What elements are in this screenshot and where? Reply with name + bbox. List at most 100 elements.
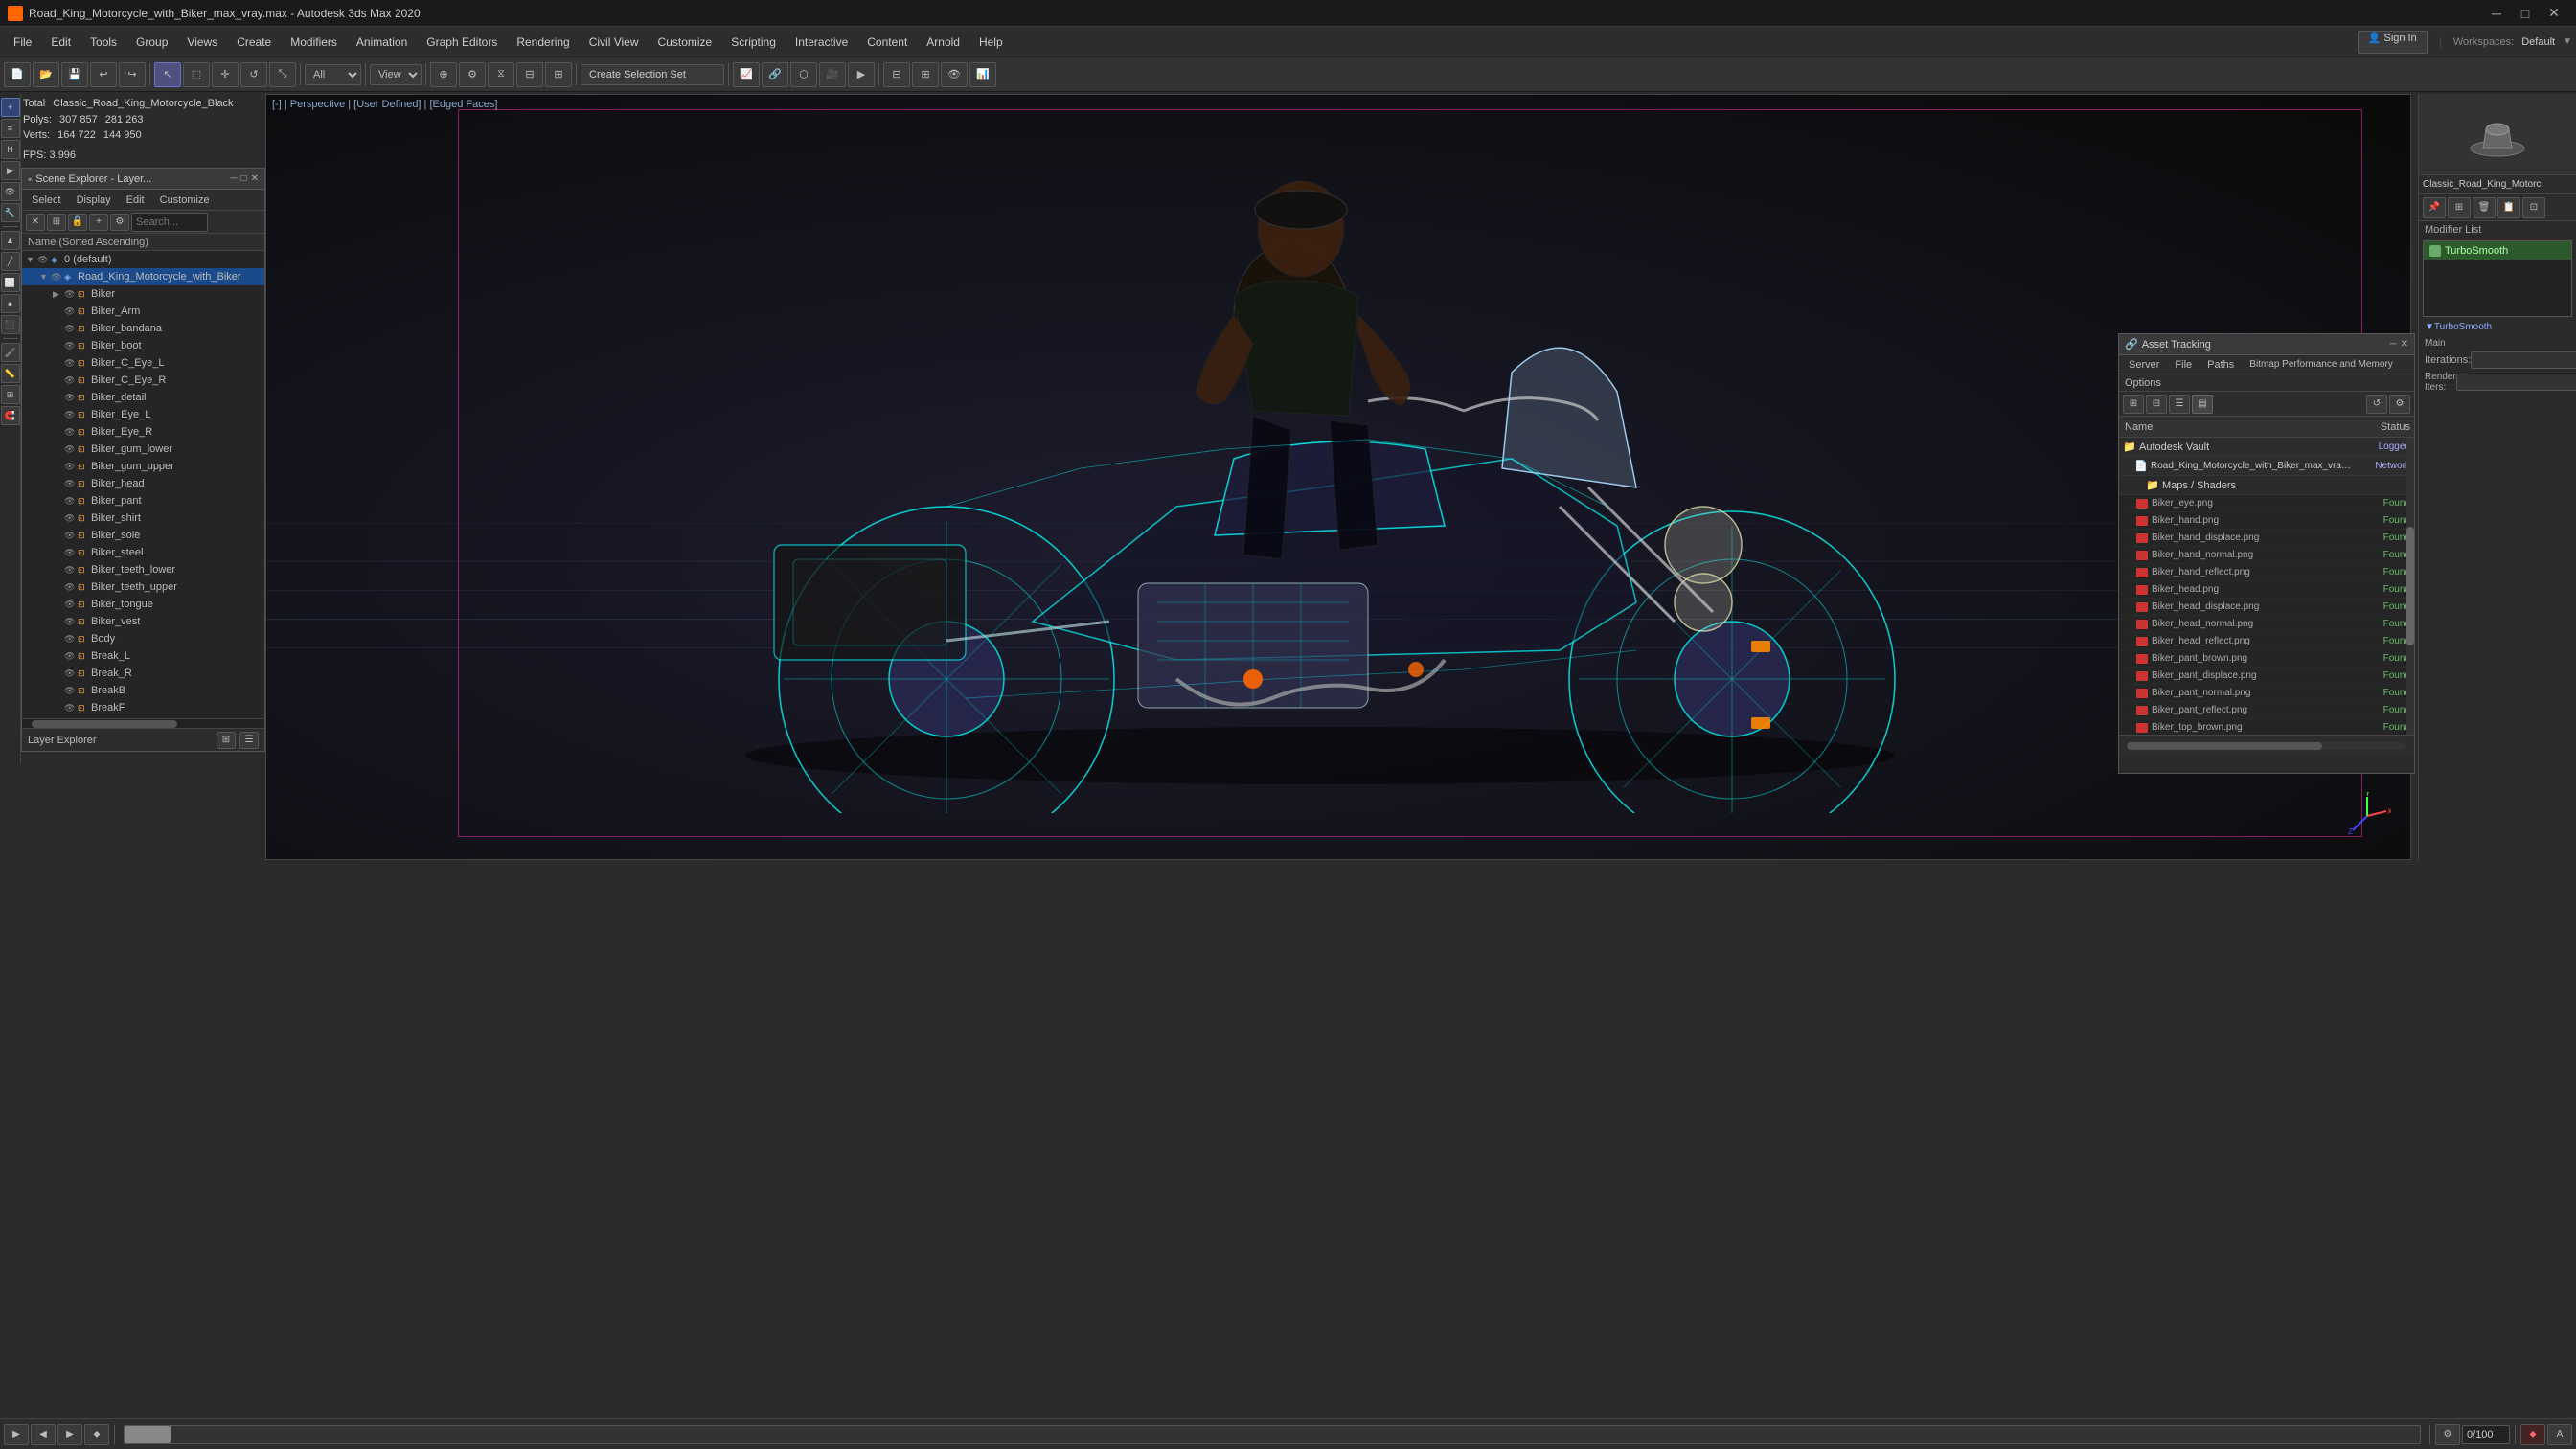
rp-collapse-button[interactable]: ▼ TurboSmooth [2419, 319, 2576, 334]
eye-icon[interactable]: 👁 [64, 358, 78, 369]
se-item-biker-c-eye-r[interactable]: 👁 ⊡ Biker_C_Eye_R [22, 372, 264, 389]
se-item-biker[interactable]: ▶ 👁 ⊡ Biker [22, 285, 264, 303]
snap-toggle-button[interactable]: ⊕ [430, 62, 457, 87]
motion-panel-button[interactable]: ▶ [1, 161, 20, 180]
eye-icon[interactable]: 👁 [64, 393, 78, 403]
open-file-button[interactable]: 📂 [33, 62, 59, 87]
se-item-biker-shirt[interactable]: 👁 ⊡ Biker_shirt [22, 509, 264, 527]
timeline-slider[interactable] [124, 1425, 2421, 1444]
eye-icon[interactable]: 👁 [64, 617, 78, 627]
se-item-biker-steel[interactable]: 👁 ⊡ Biker_steel [22, 544, 264, 561]
eye-icon[interactable]: 👁 [64, 513, 78, 524]
se-settings-button[interactable]: ⚙ [110, 214, 129, 231]
select-region-button[interactable]: ⬚ [183, 62, 210, 87]
align-button[interactable]: ⊟ [516, 62, 543, 87]
menu-group[interactable]: Group [126, 32, 177, 53]
signin-button[interactable]: 👤 Sign In [2358, 31, 2428, 54]
rp-stack-button[interactable]: ⊞ [2448, 197, 2471, 218]
menu-help[interactable]: Help [969, 32, 1013, 53]
open-explorer-button[interactable]: ⊞ [912, 62, 939, 87]
at-grid-button[interactable]: ⊟ [2146, 395, 2167, 414]
at-menu-bitmap[interactable]: Bitmap Performance and Memory [2244, 357, 2399, 372]
rp-iterations-input[interactable] [2471, 351, 2576, 369]
menu-rendering[interactable]: Rendering [507, 32, 579, 53]
modifier-stack[interactable]: TurboSmooth [2423, 240, 2572, 317]
menu-content[interactable]: Content [857, 32, 917, 53]
at-horizontal-scrollbar[interactable] [2127, 742, 2406, 750]
rp-paste-button[interactable]: ⊡ [2522, 197, 2545, 218]
rp-delete-button[interactable]: 🗑 [2473, 197, 2496, 218]
eye-icon[interactable]: 👁 [64, 565, 78, 576]
se-item-biker-teeth-upper[interactable]: 👁 ⊡ Biker_teeth_upper [22, 578, 264, 596]
se-item-biker-eye-r[interactable]: 👁 ⊡ Biker_Eye_R [22, 423, 264, 441]
bt-play-button[interactable]: ▶ [4, 1424, 29, 1445]
viewport-3d[interactable]: [-] | Perspective | [User Defined] | [Ed… [265, 94, 2411, 860]
curve-editor-button[interactable]: 📈 [733, 62, 760, 87]
eye-icon[interactable]: 👁 [64, 686, 78, 696]
save-button[interactable]: 💾 [61, 62, 88, 87]
menu-animation[interactable]: Animation [347, 32, 417, 53]
se-item-biker-eye-l[interactable]: 👁 ⊡ Biker_Eye_L [22, 406, 264, 423]
se-item-biker-detail[interactable]: 👁 ⊡ Biker_detail [22, 389, 264, 406]
menu-civil-view[interactable]: Civil View [580, 32, 649, 53]
rp-copy-button[interactable]: 📋 [2497, 197, 2520, 218]
eye-icon[interactable]: 👁 [64, 531, 78, 541]
scale-button[interactable]: ⤡ [269, 62, 296, 87]
eye-icon[interactable]: 👁 [64, 289, 78, 300]
utility-panel-button[interactable]: 🔧 [1, 203, 20, 222]
se-item-break-r[interactable]: 👁 ⊡ Break_R [22, 665, 264, 682]
at-file-biker-head-displace[interactable]: Biker_head_displace.png Found [2119, 599, 2414, 616]
at-file-biker-pant-brown[interactable]: Biker_pant_brown.png Found [2119, 650, 2414, 668]
snap-settings-button[interactable]: ⚙ [459, 62, 486, 87]
bt-key-button[interactable]: ⬥ [84, 1424, 109, 1445]
menu-interactive[interactable]: Interactive [786, 32, 857, 53]
element-tool-button[interactable]: ⬛ [1, 315, 20, 334]
at-add-button[interactable]: ⊞ [2123, 395, 2144, 414]
schematic-view-button[interactable]: 🔗 [762, 62, 788, 87]
se-scrollbar-thumb[interactable] [32, 720, 177, 728]
menu-customize[interactable]: Customize [649, 32, 722, 53]
statistics-button[interactable]: 📊 [969, 62, 996, 87]
menu-graph-editors[interactable]: Graph Editors [417, 32, 507, 53]
frame-counter[interactable]: 0/100 [2462, 1425, 2510, 1444]
se-item-biker-boot[interactable]: 👁 ⊡ Biker_boot [22, 337, 264, 354]
at-file-biker-top-brown[interactable]: Biker_top_brown.png Found [2119, 719, 2414, 735]
render-setup-button[interactable]: 🎥 [819, 62, 846, 87]
edge-tool-button[interactable]: ╱ [1, 252, 20, 271]
at-file-biker-head-normal[interactable]: Biker_head_normal.png Found [2119, 616, 2414, 633]
new-file-button[interactable]: 📄 [4, 62, 31, 87]
se-item-biker-head[interactable]: 👁 ⊡ Biker_head [22, 475, 264, 492]
eye-icon[interactable]: 👁 [64, 341, 78, 351]
at-file-biker-hand-displace[interactable]: Biker_hand_displace.png Found [2119, 530, 2414, 547]
se-minimize-button[interactable]: ─ [230, 173, 237, 184]
rp-render-iters-input[interactable] [2456, 374, 2576, 391]
eye-icon[interactable]: 👁 [64, 479, 78, 489]
se-tree[interactable]: ▼ 👁 ◈ 0 (default) ▼ 👁 ◈ Road_King_Motorc… [22, 251, 264, 720]
se-menu-select[interactable]: Select [26, 192, 67, 208]
se-display-button[interactable]: ⊞ [47, 214, 66, 231]
at-maps-folder[interactable]: 📁 Maps / Shaders [2119, 476, 2414, 495]
eye-icon[interactable]: 👁 [64, 582, 78, 593]
snap-button[interactable]: 🧲 [1, 406, 20, 425]
measure-button[interactable]: 📏 [1, 364, 20, 383]
at-file-tree[interactable]: 📁 Autodesk Vault Logged 📄 Road_King_Moto… [2119, 438, 2414, 735]
at-menu-paths[interactable]: Paths [2201, 357, 2240, 373]
eye-icon[interactable]: 👁 [64, 651, 78, 662]
eye-icon[interactable]: 👁 [64, 548, 78, 558]
at-refresh-button[interactable]: ↺ [2366, 395, 2387, 414]
se-filter-button[interactable]: ✕ [26, 214, 45, 231]
menu-tools[interactable]: Tools [80, 32, 126, 53]
menu-arnold[interactable]: Arnold [917, 32, 969, 53]
expand-icon[interactable]: ▶ [53, 289, 64, 300]
workspace-dropdown[interactable]: Default [2521, 36, 2555, 48]
at-max-file[interactable]: 📄 Road_King_Motorcycle_with_Biker_max_vr… [2119, 457, 2414, 476]
menu-file[interactable]: File [4, 32, 41, 53]
eye-icon[interactable]: 👁 [64, 496, 78, 507]
display-panel-button[interactable]: 👁 [941, 62, 968, 87]
bt-time-config-button[interactable]: ⚙ [2435, 1424, 2460, 1445]
eye-icon[interactable]: 👁 [64, 324, 78, 334]
at-file-biker-pant-reflect[interactable]: Biker_pant_reflect.png Found [2119, 702, 2414, 719]
reference-coord-dropdown[interactable]: All View Local World [305, 64, 361, 85]
menu-modifiers[interactable]: Modifiers [281, 32, 347, 53]
expand-icon[interactable]: ▼ [26, 255, 37, 264]
